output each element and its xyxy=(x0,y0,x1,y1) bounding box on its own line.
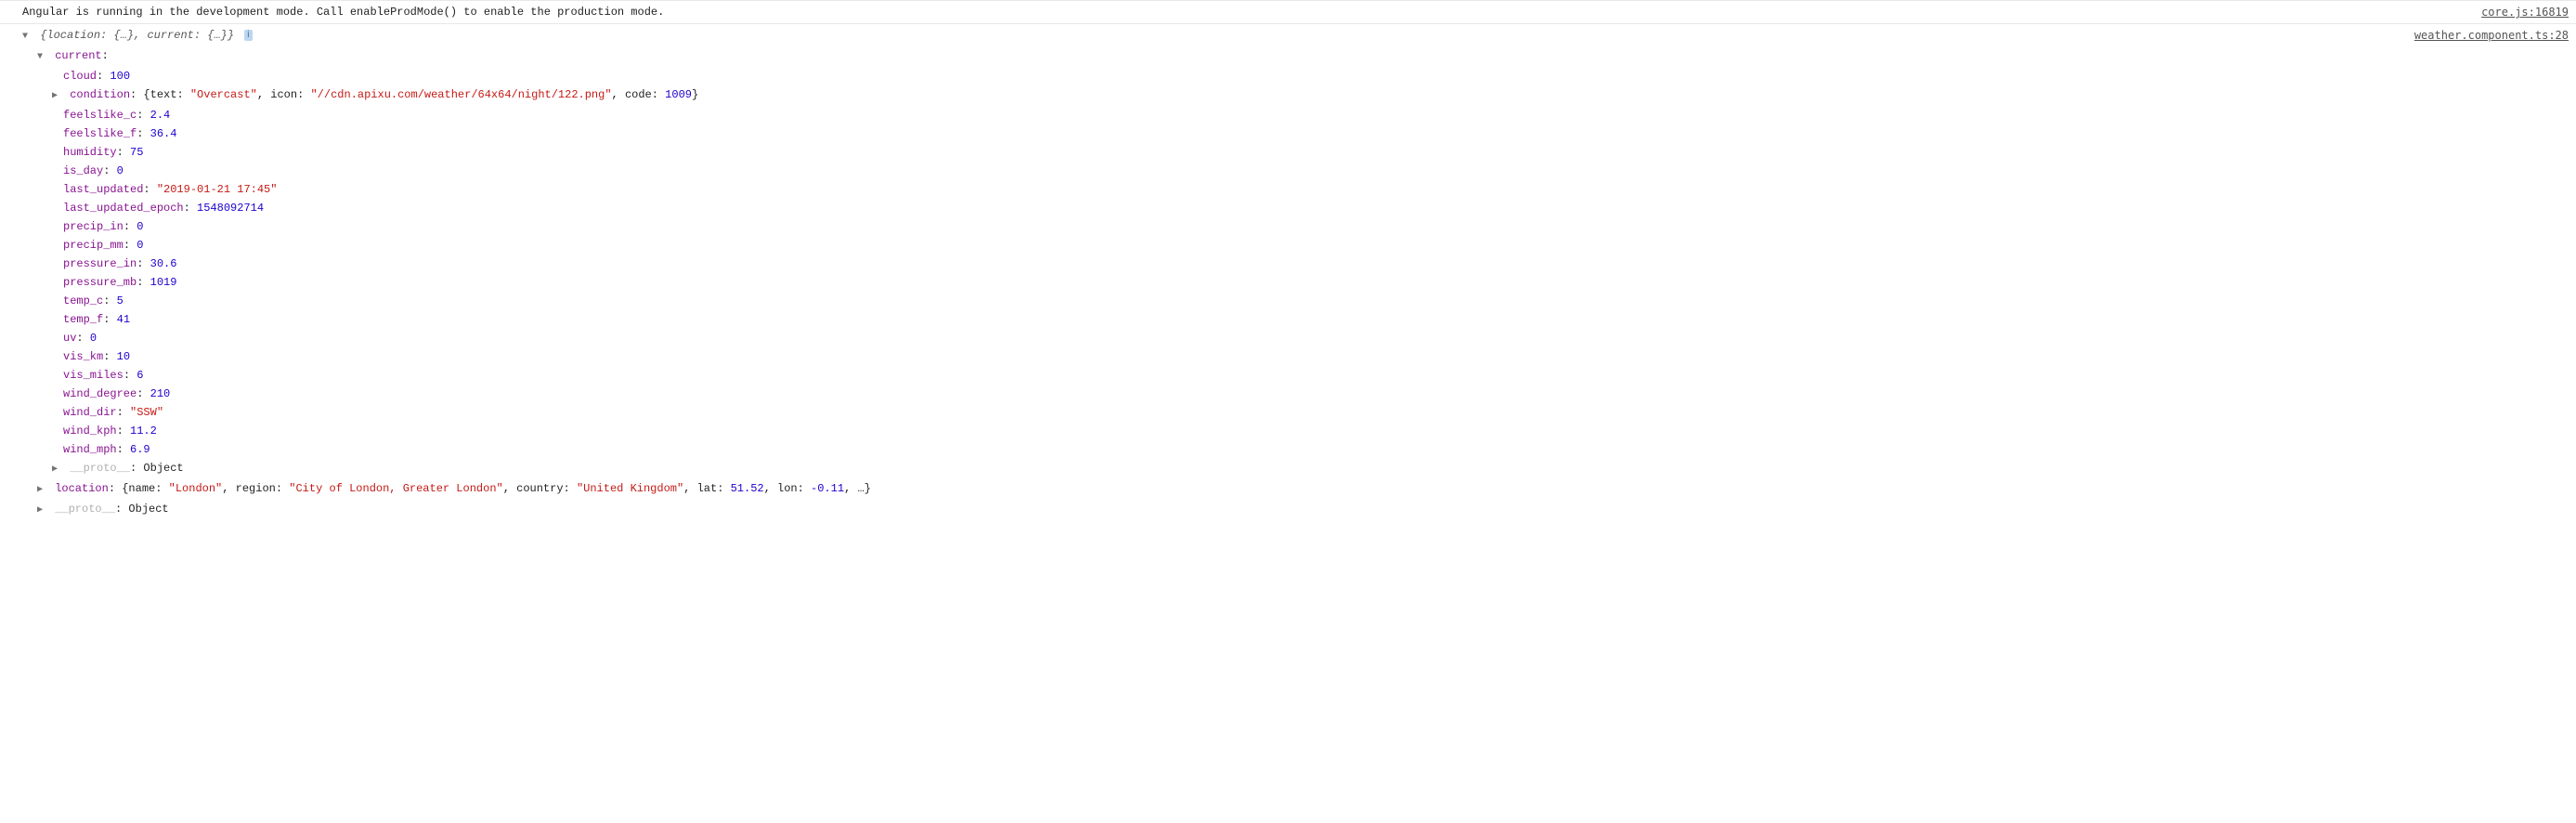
summary-value: {…} xyxy=(113,29,134,42)
property-key: wind_kph xyxy=(63,425,117,438)
tree-leaf[interactable]: humidity: 75 xyxy=(22,143,2569,162)
summary-value: {…} xyxy=(207,29,228,42)
property-key: precip_in xyxy=(63,220,124,233)
property-key: vis_miles xyxy=(63,369,124,382)
property-key: condition xyxy=(70,88,130,101)
property-key: wind_degree xyxy=(63,387,137,400)
tree-node-location[interactable]: ▶ location: {name: "London", region: "Ci… xyxy=(22,479,2569,500)
tree-leaf[interactable]: last_updated: "2019-01-21 17:45" xyxy=(22,180,2569,199)
tree-leaf[interactable]: feelslike_f: 36.4 xyxy=(22,124,2569,143)
property-value: 75 xyxy=(130,146,143,159)
property-key: __proto__ xyxy=(70,462,130,475)
console-object-row: weather.component.ts:28 ▼ {location: {…}… xyxy=(0,24,2576,522)
property-key: wind_dir xyxy=(63,406,117,419)
property-key: temp_c xyxy=(63,294,103,307)
property-key: pressure_mb xyxy=(63,276,137,289)
disclosure-triangle-right-icon[interactable]: ▶ xyxy=(37,481,46,500)
tree-leaf[interactable]: wind_degree: 210 xyxy=(22,385,2569,403)
property-value: "2019-01-21 17:45" xyxy=(157,183,278,196)
property-key: wind_mph xyxy=(63,443,117,456)
property-value: "SSW" xyxy=(130,406,163,419)
tree-leaf[interactable]: wind_dir: "SSW" xyxy=(22,403,2569,422)
tree-node-proto[interactable]: ▶ __proto__: Object xyxy=(22,459,2569,479)
summary-key: current xyxy=(147,29,193,42)
tree-node-condition[interactable]: ▶ condition: {text: "Overcast", icon: "/… xyxy=(22,85,2569,106)
tree-leaf[interactable]: wind_mph: 6.9 xyxy=(22,440,2569,459)
tree-leaf[interactable]: wind_kph: 11.2 xyxy=(22,422,2569,440)
property-value: 1548092714 xyxy=(197,202,264,215)
property-value: 0 xyxy=(117,164,124,177)
property-value: 6 xyxy=(137,369,143,382)
property-value: 210 xyxy=(150,387,171,400)
property-value: 41 xyxy=(117,313,130,326)
info-icon[interactable]: i xyxy=(244,30,252,41)
source-link[interactable]: core.js:16819 xyxy=(2466,3,2569,21)
property-value: 11.2 xyxy=(130,425,157,438)
property-value: 1019 xyxy=(150,276,177,289)
property-value: 0 xyxy=(137,239,143,252)
property-value: 30.6 xyxy=(150,257,177,270)
brace-close: } xyxy=(228,29,234,42)
property-key: uv xyxy=(63,332,76,345)
property-key: last_updated xyxy=(63,183,143,196)
disclosure-triangle-right-icon[interactable]: ▶ xyxy=(37,502,46,520)
property-value: 36.4 xyxy=(150,127,177,140)
disclosure-triangle-right-icon[interactable]: ▶ xyxy=(52,87,61,106)
tree-leaf[interactable]: cloud: 100 xyxy=(22,67,2569,85)
property-value: 6.9 xyxy=(130,443,150,456)
tree-leaf[interactable]: precip_in: 0 xyxy=(22,217,2569,236)
property-key: cloud xyxy=(63,70,97,83)
tree-leaf[interactable]: uv: 0 xyxy=(22,329,2569,347)
property-key: vis_km xyxy=(63,350,103,363)
tree-leaf[interactable]: temp_c: 5 xyxy=(22,292,2569,310)
tree-leaf[interactable]: precip_mm: 0 xyxy=(22,236,2569,255)
property-value: 2.4 xyxy=(150,109,171,122)
tree-leaf[interactable]: last_updated_epoch: 1548092714 xyxy=(22,199,2569,217)
property-key: temp_f xyxy=(63,313,103,326)
summary-key: location xyxy=(46,29,100,42)
property-value: 100 xyxy=(110,70,130,83)
property-key: current xyxy=(55,49,101,62)
disclosure-triangle-down-icon[interactable]: ▼ xyxy=(37,48,46,67)
property-value: Object xyxy=(143,462,183,475)
property-key: feelslike_c xyxy=(63,109,137,122)
property-key: humidity xyxy=(63,146,117,159)
property-value: 0 xyxy=(137,220,143,233)
tree-leaf[interactable]: is_day: 0 xyxy=(22,162,2569,180)
property-key: __proto__ xyxy=(55,503,115,516)
tree-node-current[interactable]: ▼ current: xyxy=(22,46,2569,67)
property-value: 10 xyxy=(117,350,130,363)
tree-leaf[interactable]: pressure_mb: 1019 xyxy=(22,273,2569,292)
tree-node-proto[interactable]: ▶ __proto__: Object xyxy=(22,500,2569,520)
tree-leaf[interactable]: vis_miles: 6 xyxy=(22,366,2569,385)
tree-leaf[interactable]: feelslike_c: 2.4 xyxy=(22,106,2569,124)
tree-leaf[interactable]: pressure_in: 30.6 xyxy=(22,255,2569,273)
property-value: Object xyxy=(128,503,168,516)
property-key: last_updated_epoch xyxy=(63,202,184,215)
property-key: feelslike_f xyxy=(63,127,137,140)
tree-leaf[interactable]: vis_km: 10 xyxy=(22,347,2569,366)
disclosure-triangle-right-icon[interactable]: ▶ xyxy=(52,461,61,479)
property-key: precip_mm xyxy=(63,239,124,252)
property-value: 5 xyxy=(117,294,124,307)
tree-leaf[interactable]: temp_f: 41 xyxy=(22,310,2569,329)
disclosure-triangle-down-icon[interactable]: ▼ xyxy=(22,28,32,46)
console-message-text: Angular is running in the development mo… xyxy=(22,3,664,21)
object-summary[interactable]: ▼ {location: {…}, current: {…}} i xyxy=(22,26,2569,46)
property-key: is_day xyxy=(63,164,103,177)
property-key: location xyxy=(55,482,109,495)
property-value: 0 xyxy=(90,332,97,345)
property-key: pressure_in xyxy=(63,257,137,270)
console-message-row: Angular is running in the development mo… xyxy=(0,0,2576,24)
